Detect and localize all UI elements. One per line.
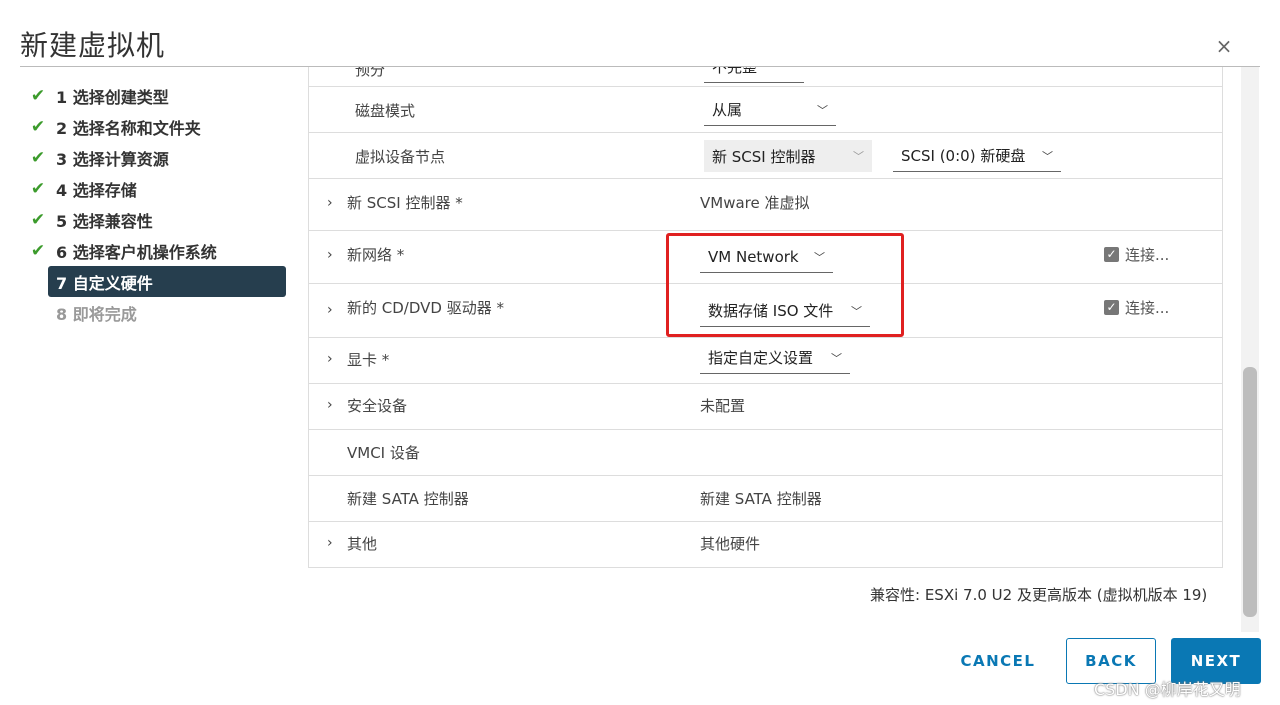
table-row-network[interactable]: › 新网络 * VM Network ﹀ ✓ 连接... bbox=[309, 231, 1222, 284]
network-select[interactable]: VM Network ﹀ bbox=[700, 241, 833, 273]
cd-dvd-connect-checkbox[interactable]: ✓ 连接... bbox=[1104, 297, 1169, 318]
scrollbar-thumb[interactable] bbox=[1243, 367, 1257, 617]
chevron-right-icon[interactable]: › bbox=[327, 302, 333, 318]
table-row-scsi-controller[interactable]: › 新 SCSI 控制器 * VMware 准虚拟 bbox=[309, 179, 1222, 231]
provisioning-select[interactable]: 不完整 bbox=[704, 67, 804, 83]
controller-select: 新 SCSI 控制器 ﹀ bbox=[704, 140, 872, 172]
row-label: 新 SCSI 控制器 * bbox=[347, 194, 463, 212]
select-value: 从属 bbox=[712, 101, 743, 119]
row-label: 新建 SATA 控制器 bbox=[347, 490, 469, 508]
chevron-right-icon[interactable]: › bbox=[327, 247, 333, 263]
table-row-disk-mode: 磁盘模式 从属 ﹀ bbox=[309, 87, 1222, 133]
chevron-down-icon: ﹀ bbox=[831, 351, 842, 365]
dialog-title: 新建虚拟机 bbox=[20, 29, 166, 62]
table-row: 预分 不完整 bbox=[309, 67, 1222, 87]
wizard-steps: ✔ 1 选择创建类型 ✔ 2 选择名称和文件夹 ✔ 3 选择计算资源 ✔ 4 选择存储 … bbox=[28, 80, 286, 328]
disk-mode-select[interactable]: 从属 ﹀ bbox=[704, 94, 836, 126]
step-2[interactable]: ✔ 2 选择名称和文件夹 bbox=[28, 111, 286, 142]
hardware-table: 预分 不完整 磁盘模式 从属 ﹀ 虚拟设备节点 新 SCSI 控制器 ﹀ SCSI … bbox=[308, 67, 1223, 568]
row-label: 新网络 * bbox=[347, 246, 405, 264]
select-value: 指定自定义设置 bbox=[708, 349, 814, 367]
step-label: 8 即将完成 bbox=[56, 304, 137, 324]
video-card-select[interactable]: 指定自定义设置 ﹀ bbox=[700, 342, 850, 374]
table-row-video-card[interactable]: › 显卡 * 指定自定义设置 ﹀ bbox=[309, 338, 1222, 384]
row-label: 显卡 * bbox=[347, 351, 390, 369]
check-icon: ✔ bbox=[30, 116, 46, 137]
watermark: CSDN @柳岸花又明 bbox=[1094, 680, 1241, 699]
step-4[interactable]: ✔ 4 选择存储 bbox=[28, 173, 286, 204]
row-value: 新建 SATA 控制器 bbox=[700, 490, 822, 508]
step-3[interactable]: ✔ 3 选择计算资源 bbox=[28, 142, 286, 173]
check-icon: ✔ bbox=[30, 147, 46, 168]
row-value: 未配置 bbox=[700, 397, 746, 415]
compatibility-text: 兼容性: ESXi 7.0 U2 及更高版本 (虚拟机版本 19) bbox=[870, 586, 1208, 604]
checkbox-label: 连接... bbox=[1125, 299, 1170, 317]
check-icon: ✔ bbox=[30, 240, 46, 261]
select-value: 不完整 bbox=[712, 67, 758, 76]
select-value: VM Network bbox=[708, 247, 799, 266]
chevron-down-icon: ﹀ bbox=[817, 103, 828, 117]
step-label: 2 选择名称和文件夹 bbox=[56, 118, 201, 138]
row-label: 安全设备 bbox=[347, 397, 408, 415]
step-8-pending: 8 即将完成 bbox=[28, 297, 286, 328]
step-label: 4 选择存储 bbox=[56, 180, 137, 200]
step-6[interactable]: ✔ 6 选择客户机操作系统 bbox=[28, 235, 286, 266]
select-value: 新 SCSI 控制器 bbox=[712, 147, 816, 166]
check-icon: ✔ bbox=[30, 85, 46, 106]
cancel-button[interactable]: CANCEL bbox=[946, 638, 1050, 684]
checkbox-label: 连接... bbox=[1125, 246, 1170, 264]
checkbox-checked-icon: ✓ bbox=[1104, 300, 1119, 315]
select-value: 数据存储 ISO 文件 bbox=[708, 302, 834, 320]
select-value: SCSI (0:0) 新硬盘 bbox=[901, 147, 1026, 165]
network-connect-checkbox[interactable]: ✓ 连接... bbox=[1104, 244, 1169, 265]
check-icon: ✔ bbox=[30, 178, 46, 199]
table-row-cd-dvd[interactable]: › 新的 CD/DVD 驱动器 * 数据存储 ISO 文件 ﹀ ✓ 连接... bbox=[309, 284, 1222, 338]
chevron-right-icon[interactable]: › bbox=[327, 535, 333, 551]
step-1[interactable]: ✔ 1 选择创建类型 bbox=[28, 80, 286, 111]
row-label: 新的 CD/DVD 驱动器 * bbox=[347, 299, 504, 317]
scsi-node-select[interactable]: SCSI (0:0) 新硬盘 ﹀ bbox=[893, 140, 1061, 172]
row-value: VMware 准虚拟 bbox=[700, 194, 810, 212]
step-label: 5 选择兼容性 bbox=[56, 211, 153, 231]
step-label: 1 选择创建类型 bbox=[56, 87, 169, 107]
step-label: 7 自定义硬件 bbox=[56, 273, 153, 293]
table-row-other[interactable]: › 其他 其他硬件 bbox=[309, 522, 1222, 567]
chevron-right-icon[interactable]: › bbox=[327, 397, 333, 413]
chevron-right-icon[interactable]: › bbox=[327, 351, 333, 367]
row-label: 虚拟设备节点 bbox=[355, 148, 446, 166]
chevron-down-icon: ﹀ bbox=[851, 304, 862, 318]
table-row-vmci: VMCI 设备 bbox=[309, 430, 1222, 476]
row-label: 磁盘模式 bbox=[355, 102, 416, 120]
table-row-sata: 新建 SATA 控制器 新建 SATA 控制器 bbox=[309, 476, 1222, 522]
table-row-device-node: 虚拟设备节点 新 SCSI 控制器 ﹀ SCSI (0:0) 新硬盘 ﹀ bbox=[309, 133, 1222, 179]
chevron-right-icon[interactable]: › bbox=[327, 195, 333, 211]
step-5[interactable]: ✔ 5 选择兼容性 bbox=[28, 204, 286, 235]
step-7-active[interactable]: 7 自定义硬件 bbox=[48, 266, 286, 297]
step-label: 6 选择客户机操作系统 bbox=[56, 242, 217, 262]
close-icon[interactable]: × bbox=[1214, 36, 1234, 56]
chevron-down-icon: ﹀ bbox=[1042, 149, 1053, 163]
check-icon: ✔ bbox=[30, 209, 46, 230]
checkbox-checked-icon: ✓ bbox=[1104, 247, 1119, 262]
table-row-security[interactable]: › 安全设备 未配置 bbox=[309, 384, 1222, 430]
row-label: 预分 bbox=[355, 67, 386, 79]
row-label: 其他 bbox=[347, 535, 378, 553]
step-label: 3 选择计算资源 bbox=[56, 149, 169, 169]
chevron-down-icon: ﹀ bbox=[814, 250, 825, 264]
row-value: 其他硬件 bbox=[700, 535, 761, 553]
cd-dvd-select[interactable]: 数据存储 ISO 文件 ﹀ bbox=[700, 295, 870, 327]
chevron-down-icon: ﹀ bbox=[853, 150, 864, 163]
row-label: VMCI 设备 bbox=[347, 444, 420, 462]
